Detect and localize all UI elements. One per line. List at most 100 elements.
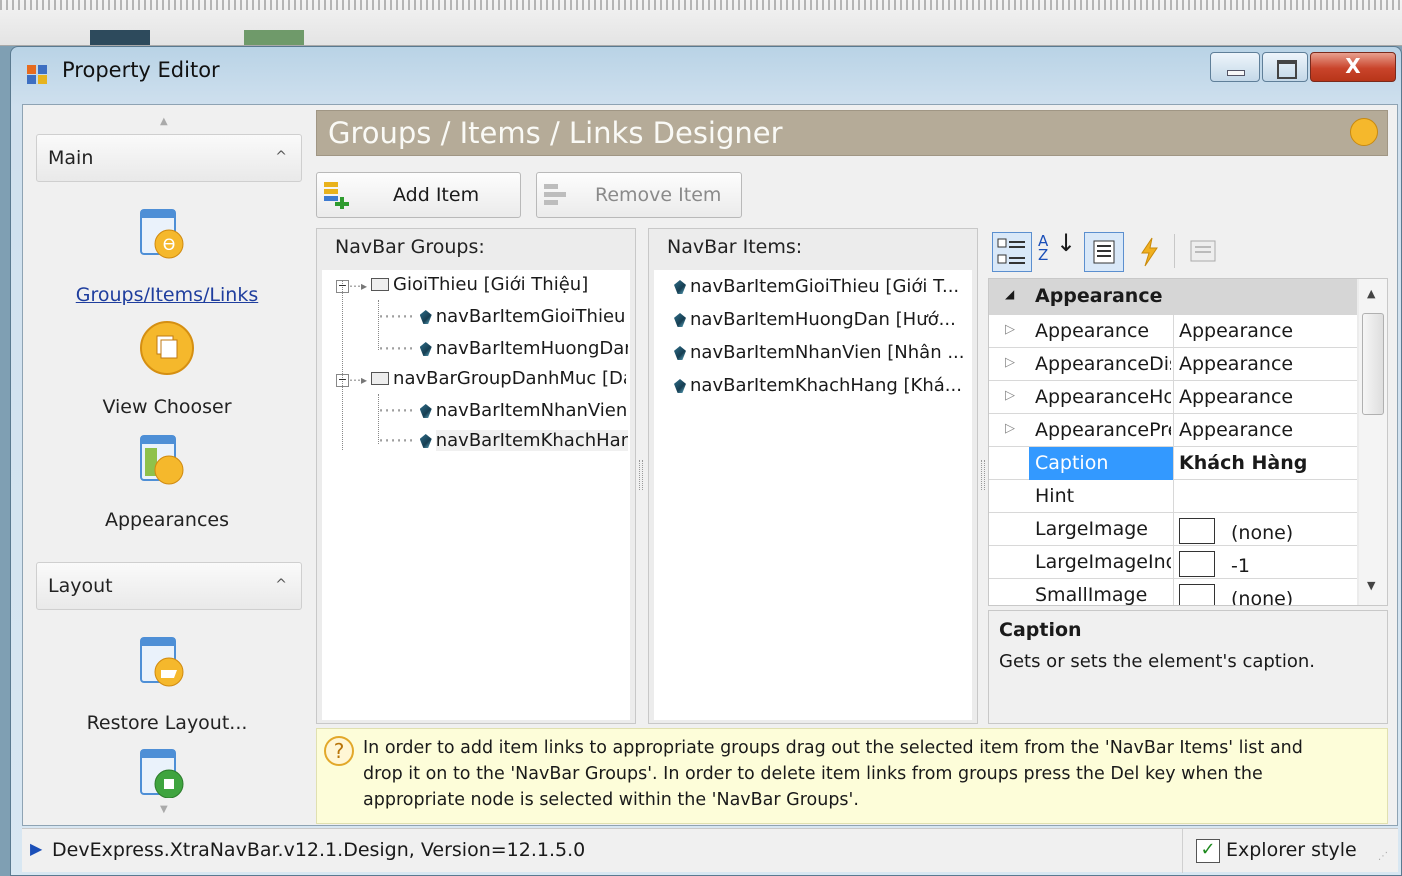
navbar-groups-tree[interactable]: − ⋯▸ GioiThieu [Giới Thiệu] ⋯⋯ navBarItemG… xyxy=(322,270,630,720)
property-row[interactable]: ▷ AppearanceDis Appearance xyxy=(989,348,1357,381)
remove-item-button[interactable]: Remove Item xyxy=(536,172,742,218)
remove-item-icon xyxy=(544,184,566,205)
lightning-icon xyxy=(1141,237,1158,267)
list-item-label: navBarItemGioiThieu [Giới T... xyxy=(690,276,960,297)
navbar-items-list[interactable]: navBarItemGioiThieu [Giới T... navBarIte… xyxy=(654,270,972,720)
appearances-icon[interactable] xyxy=(139,434,187,485)
list-item[interactable]: navBarItemGioiThieu [Giới T... xyxy=(674,276,968,297)
expand-arrow-icon[interactable]: ▶ xyxy=(30,839,42,858)
scroll-up-icon[interactable]: ▲ xyxy=(1367,287,1375,300)
chevron-up-icon: ^ xyxy=(275,149,287,165)
explorer-style-checkbox[interactable]: ✓ xyxy=(1196,839,1220,863)
group-icon xyxy=(371,372,390,385)
property-value[interactable]: Appearance xyxy=(1179,320,1351,342)
categorized-button[interactable] xyxy=(992,232,1032,272)
list-item[interactable]: navBarItemKhachHang [Khá... xyxy=(674,375,968,396)
item-label: navBarItemKhachHang xyxy=(435,430,628,451)
minimize-button[interactable] xyxy=(1210,52,1260,82)
list-item-label: navBarItemNhanVien [Nhân ... xyxy=(690,342,965,363)
property-row-selected[interactable]: Caption Khách Hàng xyxy=(989,447,1357,480)
status-bar: ▶ DevExpress.XtraNavBar.v12.1.Design, Ve… xyxy=(22,828,1398,873)
sidebar-section-layout[interactable]: Layout ^ xyxy=(36,562,302,610)
section-label: Main xyxy=(48,147,94,169)
property-value[interactable]: Appearance xyxy=(1179,419,1351,441)
expand-icon[interactable]: ▷ xyxy=(1005,421,1015,436)
resize-grip-icon[interactable]: ⋰ xyxy=(1378,851,1388,862)
tree-item-node[interactable]: ⋯⋯ navBarItemHuongDan xyxy=(378,338,628,359)
description-title: Caption xyxy=(999,619,1082,641)
view-chooser-icon[interactable] xyxy=(139,320,194,375)
scrollbar-thumb[interactable] xyxy=(1362,313,1384,415)
properties-button[interactable] xyxy=(1084,232,1124,272)
property-row[interactable]: ▷ Appearance Appearance xyxy=(989,315,1357,348)
item-gem-icon xyxy=(674,280,686,294)
groups-items-links-icon[interactable]: Ѳ xyxy=(139,208,187,259)
tree-item-node[interactable]: ⋯⋯ navBarItemNhanVien [ xyxy=(378,400,628,421)
info-question-icon: ? xyxy=(324,736,354,766)
list-item[interactable]: navBarItemNhanVien [Nhân ... xyxy=(674,342,968,363)
expand-icon[interactable]: ▷ xyxy=(1005,355,1015,370)
property-row[interactable]: LargeImageInd -1 xyxy=(989,546,1357,579)
sidebar-item-view-chooser[interactable]: View Chooser xyxy=(32,396,302,418)
property-row[interactable]: SmallImage (none) xyxy=(989,579,1357,605)
item-label: navBarItemNhanVien [ xyxy=(435,400,628,421)
add-item-label: Add Item xyxy=(393,184,480,206)
property-grid-scrollbar[interactable]: ▲ ▼ xyxy=(1359,279,1387,605)
add-item-button[interactable]: Add Item xyxy=(316,172,521,218)
expand-icon[interactable]: ▷ xyxy=(1005,322,1015,337)
property-row[interactable]: LargeImage (none) xyxy=(989,513,1357,546)
property-name: LargeImage xyxy=(1035,518,1148,540)
category-row[interactable]: ◢ Appearance xyxy=(989,279,1357,315)
list-item-label: navBarItemHuongDan [Hướ... xyxy=(690,309,956,330)
property-value[interactable]: (none) xyxy=(1179,584,1351,605)
item-gem-icon xyxy=(419,342,432,356)
explorer-style-label: Explorer style xyxy=(1226,839,1357,861)
svg-text:Ѳ: Ѳ xyxy=(163,235,176,254)
property-value[interactable]: Appearance xyxy=(1179,386,1351,408)
list-item[interactable]: navBarItemHuongDan [Hướ... xyxy=(674,309,968,330)
tree-item-node-selected[interactable]: ⋯⋯ navBarItemKhachHang xyxy=(378,430,628,451)
property-name: LargeImageInd xyxy=(1035,551,1171,573)
item-gem-icon xyxy=(674,379,686,393)
property-row[interactable]: ▷ AppearancePre Appearance xyxy=(989,414,1357,447)
collapse-icon[interactable]: − xyxy=(336,280,349,293)
sidebar-item-groups-items-links[interactable]: Groups/Items/Links xyxy=(32,284,302,306)
scroll-up-icon[interactable]: ▲ xyxy=(160,116,168,127)
alphabetical-button[interactable]: A Z ↓ xyxy=(1038,231,1076,270)
events-button[interactable] xyxy=(1134,236,1164,268)
sidebar-section-main[interactable]: Main ^ xyxy=(36,134,302,182)
property-value[interactable]: -1 xyxy=(1179,551,1351,577)
maximize-button[interactable] xyxy=(1262,52,1308,82)
tree-item-node[interactable]: ⋯⋯ navBarItemGioiThieu [ xyxy=(378,306,628,327)
image-swatch xyxy=(1179,584,1215,605)
close-button[interactable]: X xyxy=(1310,52,1396,82)
property-row[interactable]: ▷ AppearanceHot Appearance xyxy=(989,381,1357,414)
scroll-down-icon[interactable]: ▼ xyxy=(1367,579,1375,592)
property-name: Hint xyxy=(1035,485,1075,507)
property-name: AppearancePre xyxy=(1035,419,1171,441)
sidebar-item-appearances[interactable]: Appearances xyxy=(32,509,302,531)
tree-group-node[interactable]: − ⋯▸ navBarGroupDanhMuc [Da xyxy=(336,368,626,389)
tree-group-node[interactable]: − ⋯▸ GioiThieu [Giới Thiệu] xyxy=(336,274,626,295)
property-value[interactable]: (none) xyxy=(1179,518,1351,544)
property-pages-button[interactable] xyxy=(1188,236,1218,266)
splitter-handle[interactable] xyxy=(981,460,985,490)
property-value[interactable]: Appearance xyxy=(1179,353,1351,375)
property-row[interactable]: Hint xyxy=(989,480,1357,513)
item-label: navBarItemGioiThieu [ xyxy=(435,306,628,327)
property-name: AppearanceHot xyxy=(1035,386,1171,408)
sidebar-item-restore-layout[interactable]: Restore Layout... xyxy=(32,712,302,734)
collapse-icon[interactable]: − xyxy=(336,374,349,387)
property-grid: ◢ Appearance ▷ Appearance Appearance ▷ A… xyxy=(988,278,1388,606)
expand-category-icon[interactable]: ◢ xyxy=(1005,287,1014,301)
save-layout-icon[interactable] xyxy=(139,748,187,798)
splitter-handle[interactable] xyxy=(639,460,643,490)
image-swatch xyxy=(1179,518,1215,544)
background-app-strip xyxy=(0,0,1402,46)
app-icon xyxy=(26,62,50,86)
restore-layout-icon[interactable] xyxy=(139,636,187,687)
info-bar: ? In order to add item links to appropri… xyxy=(316,728,1388,824)
property-value[interactable]: Khách Hàng xyxy=(1179,452,1351,474)
expand-icon[interactable]: ▷ xyxy=(1005,388,1015,403)
scroll-down-icon[interactable]: ▼ xyxy=(160,804,168,815)
